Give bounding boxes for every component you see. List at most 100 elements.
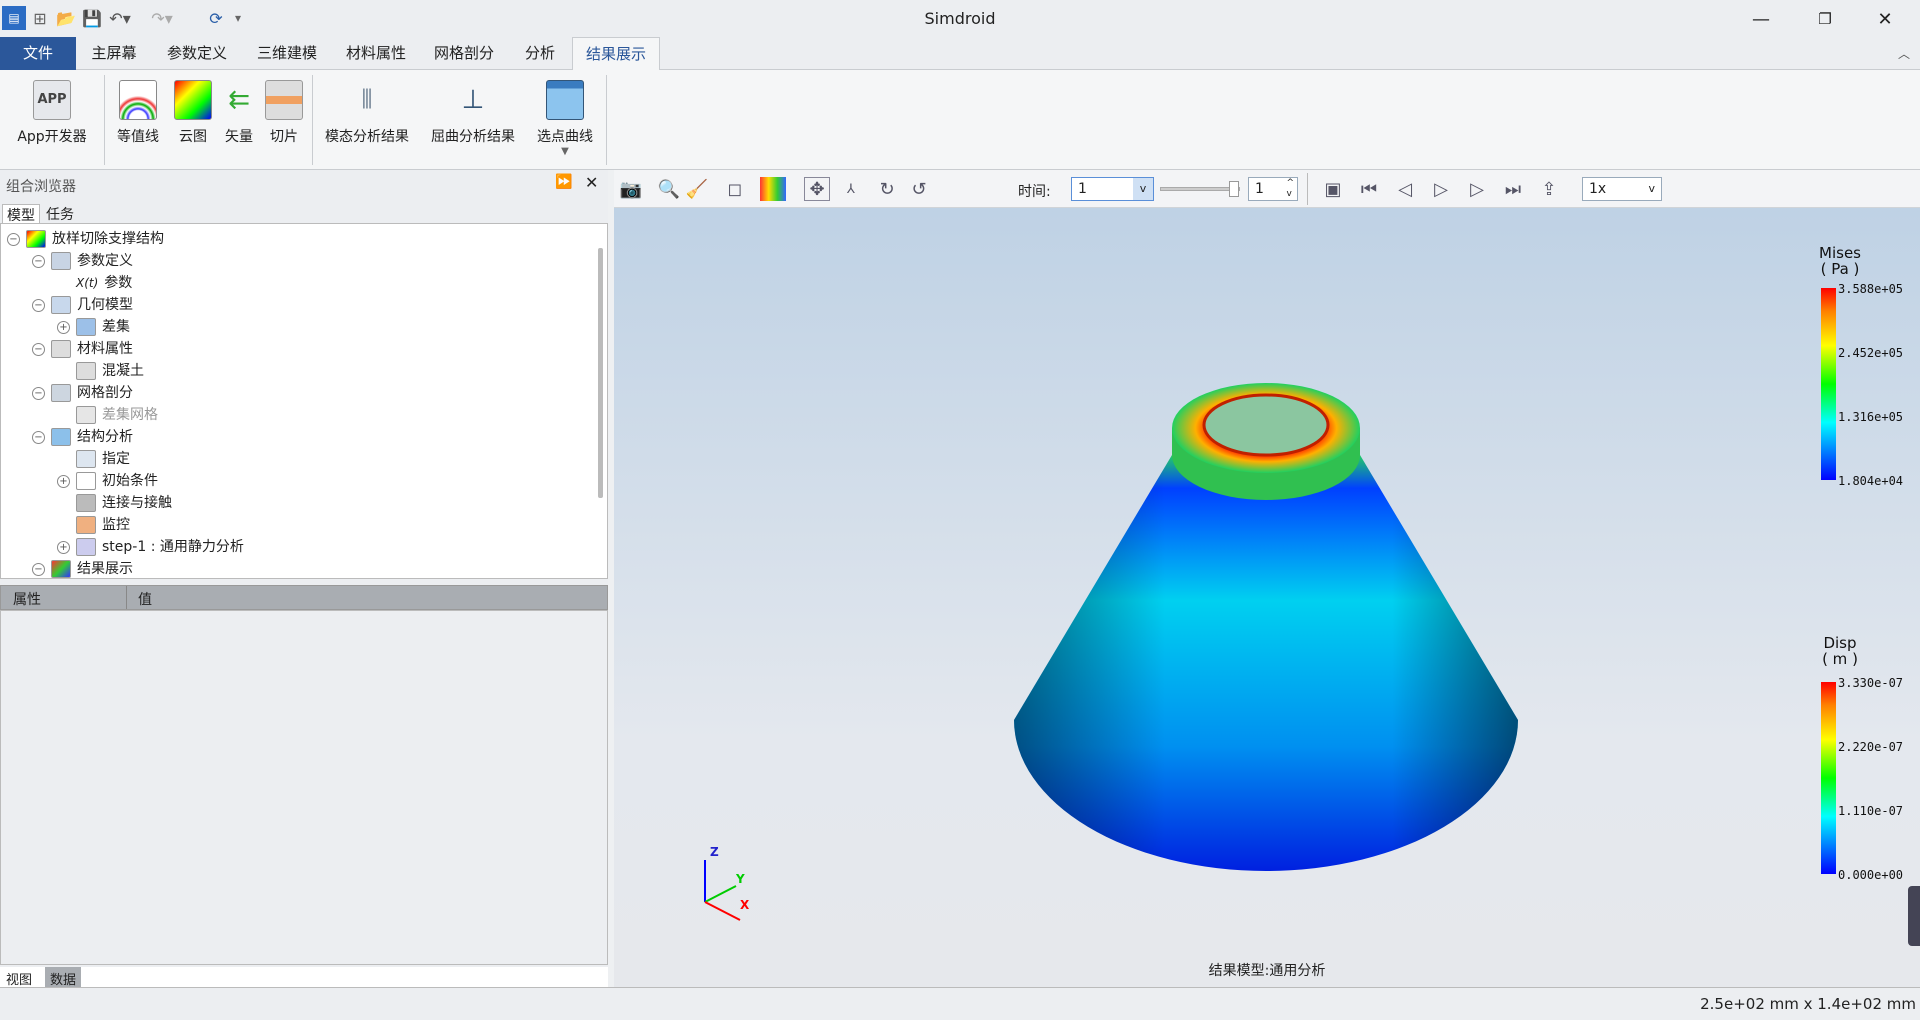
cloud-map-button[interactable]: 云图 (170, 80, 216, 146)
viewport-caption: 结果模型:通用分析 (1208, 963, 1326, 979)
legend-value: 1.316e+05 (1838, 410, 1904, 424)
tab-tasks[interactable]: 任务 (46, 204, 74, 224)
tree-node-icon (51, 340, 71, 358)
tab-home[interactable]: 主屏幕 (76, 37, 152, 70)
tree-item[interactable]: − 网格剖分 (32, 382, 133, 404)
maximize-button[interactable]: ❐ (1802, 4, 1848, 34)
slice-button[interactable]: 切片 (262, 80, 306, 146)
3d-viewport[interactable]: 📷 🔍 🧹 ◻ ✥ ⅄ ↻ ↺ 时间: 1v 1 ^ v ▣ ⏮ ◁ ▷ ▷ ⏭ ⇪… (614, 170, 1920, 987)
tree-item[interactable]: − 结果展示 (32, 558, 133, 578)
expand-icon[interactable]: ⏩ (555, 174, 572, 190)
ribbon: APP App开发器 等值线 云图 ⇇ 矢量 切片 ⫴ 模态分析结果 ⊥ 屈曲分… (0, 70, 1920, 170)
legend-value: 3.588e+05 (1838, 282, 1904, 296)
expand-icon[interactable]: + (57, 474, 70, 488)
axis-y-label: Y (736, 872, 745, 886)
buckling-results-button[interactable]: ⊥ 屈曲分析结果 (426, 80, 520, 146)
tab-file[interactable]: 文件 (0, 37, 76, 70)
result-model[interactable] (614, 170, 1920, 987)
title-bar: ▤ ⊞ 📂 💾 ↶▾ ↷▾ ⟳ ▾ Simdroid — ❐ ✕ (0, 0, 1920, 37)
collapse-icon[interactable]: − (32, 254, 45, 268)
tab-model[interactable]: 模型 (2, 204, 40, 224)
label: 选点曲线 (537, 129, 593, 145)
modal-results-button[interactable]: ⫴ 模态分析结果 (320, 80, 414, 146)
tree-item[interactable]: 监控 (57, 514, 130, 536)
tree-item-label: 参数定义 (77, 253, 133, 269)
tree-item[interactable]: + 差集 (57, 316, 130, 338)
dropdown-icon[interactable]: ▼ (532, 146, 598, 157)
collapse-icon[interactable]: − (32, 430, 45, 444)
tab-meshing[interactable]: 网格剖分 (420, 37, 508, 70)
collapse-icon[interactable]: − (7, 232, 20, 246)
divider (606, 75, 607, 165)
tab-3d-modeling[interactable]: 三维建模 (242, 37, 332, 70)
tree-item[interactable]: − 几何模型 (32, 294, 133, 316)
legend-value: 0.000e+00 (1838, 868, 1904, 882)
side-handle[interactable] (1908, 886, 1920, 946)
legend-value: 2.220e-07 (1838, 740, 1904, 754)
tree-item-label: 指定 (102, 451, 130, 467)
tab-parameters[interactable]: 参数定义 (152, 37, 242, 70)
tree-node-icon (76, 406, 96, 424)
tab-view[interactable]: 视图 (6, 969, 32, 988)
collapse-icon[interactable]: − (32, 386, 45, 400)
tree-item-label: step-1 : 通用静力分析 (102, 539, 244, 555)
tab-results[interactable]: 结果展示 (572, 37, 660, 71)
collapse-icon[interactable]: − (32, 342, 45, 356)
legend-unit: ( m ) (1822, 650, 1858, 668)
collapse-icon[interactable]: − (32, 562, 45, 576)
column-property: 属性 (13, 592, 41, 608)
tree-node-icon (76, 450, 96, 468)
tree-item[interactable]: − 结构分析 (32, 426, 133, 448)
vector-button[interactable]: ⇇ 矢量 (218, 80, 260, 146)
point-curve-button[interactable]: 选点曲线 ▼ (532, 80, 598, 157)
tree-node-icon (76, 494, 96, 512)
expand-icon[interactable]: + (57, 540, 70, 554)
properties-header: 属性 值 (0, 585, 608, 610)
legend-title: Mises (1819, 244, 1861, 262)
minimize-button[interactable]: — (1738, 4, 1784, 34)
tree-node-icon (51, 560, 71, 578)
tree-item[interactable]: 差集网格 (57, 404, 158, 426)
tree-item-label: 差集 (102, 319, 130, 335)
status-bar: 2.5e+02 mm x 1.4e+02 mm (0, 987, 1920, 1020)
tree-item[interactable]: 连接与接触 (57, 492, 172, 514)
label: App开发器 (17, 129, 87, 145)
collapse-icon[interactable]: − (32, 298, 45, 312)
tree-item[interactable]: 混凝土 (57, 360, 144, 382)
tree-item[interactable]: + step-1 : 通用静力分析 (57, 536, 244, 558)
tree-item[interactable]: − 参数定义 (32, 250, 133, 272)
expand-icon[interactable]: + (57, 320, 70, 334)
app-developer-button[interactable]: APP App开发器 (12, 80, 92, 146)
tab-analysis[interactable]: 分析 (508, 37, 572, 70)
collapse-ribbon-icon[interactable]: ︿ (1898, 45, 1910, 62)
tree-node-icon (51, 252, 71, 270)
tree-item[interactable]: X(t) 参数 (57, 272, 132, 294)
tree-item[interactable]: − 放样切除支撑结构 (7, 228, 164, 250)
ribbon-tabs: 文件 主屏幕 参数定义 三维建模 材料属性 网格剖分 分析 结果展示 ︿ (0, 37, 1920, 71)
tab-materials[interactable]: 材料属性 (332, 37, 420, 70)
axis-z-label: Z (710, 845, 719, 859)
tree-item[interactable]: − 材料属性 (32, 338, 133, 360)
contour-button[interactable]: 等值线 (113, 80, 163, 146)
tree-node-icon (76, 516, 96, 534)
legend-value: 2.452e+05 (1838, 346, 1904, 360)
tree-node-icon (76, 318, 96, 336)
legend-title: Disp (1823, 634, 1857, 652)
cone-shading (1014, 455, 1518, 871)
scrollbar[interactable] (598, 248, 603, 498)
combo-browser: 组合浏览器 ⏩ ✕ 模型 任务 − 放样切除支撑结构 − 参数定义 X(t) 参数 − 几何模… (0, 170, 608, 988)
tree-item[interactable]: 指定 (57, 448, 130, 470)
tree-item-label: 参数 (104, 275, 133, 291)
tree-item-label: 混凝土 (102, 363, 144, 379)
tree-item[interactable]: + 初始条件 (57, 470, 158, 492)
tree-node-icon (51, 384, 71, 402)
close-button[interactable]: ✕ (1862, 4, 1908, 34)
divider (104, 75, 105, 165)
tab-data[interactable]: 数据 (45, 967, 82, 988)
legend-unit: ( Pa ) (1820, 260, 1860, 278)
divider (312, 75, 313, 165)
tree-node-icon (76, 472, 96, 490)
close-icon[interactable]: ✕ (585, 173, 598, 192)
disp-color-bar (1821, 682, 1836, 874)
tree-item-label: 几何模型 (77, 297, 133, 313)
